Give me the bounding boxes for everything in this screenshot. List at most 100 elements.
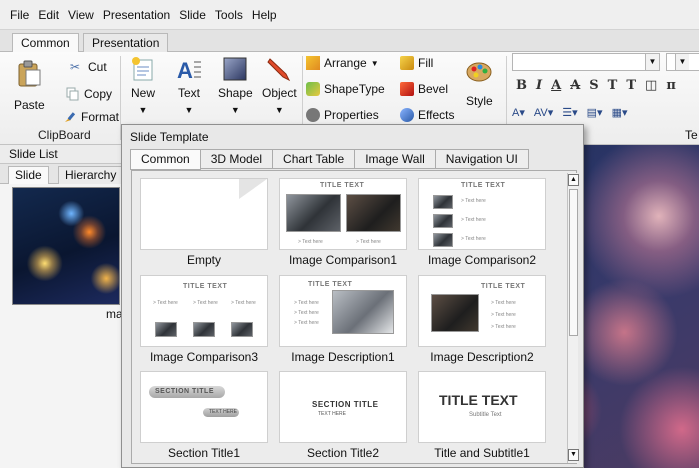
- template-preview: TITLE TEXT > Text here > Text here > Tex…: [418, 178, 546, 250]
- template-title-and-subtitle1[interactable]: TITLE TEXT Subtitle Text Title and Subti…: [418, 371, 546, 460]
- scroll-up-icon[interactable]: ▲: [568, 174, 579, 186]
- new-dropdown-icon[interactable]: ▼: [139, 105, 148, 115]
- font-size-select[interactable]: ▼: [666, 53, 699, 71]
- text-box-icon[interactable]: ◫: [645, 78, 657, 93]
- text-color-icon[interactable]: A▾: [512, 106, 525, 119]
- subscript-icon[interactable]: T: [626, 78, 636, 93]
- arrange-icon: [306, 56, 320, 70]
- preview-text: > Text here: [491, 324, 516, 330]
- tab-template-image-wall[interactable]: Image Wall: [355, 149, 436, 169]
- align-icon[interactable]: ▤▾: [587, 106, 603, 119]
- effects-label: Effects: [418, 108, 455, 122]
- shape-button[interactable]: Shape ▼: [218, 56, 253, 115]
- preview-photo: [433, 195, 453, 209]
- template-image-description1[interactable]: TITLE TEXT > Text here > Text here > Tex…: [279, 275, 407, 364]
- bevel-button[interactable]: Bevel: [400, 82, 448, 96]
- preview-text: TEXT HERE: [318, 411, 346, 417]
- preview-photo: [433, 214, 453, 228]
- italic-icon[interactable]: I: [536, 78, 542, 93]
- template-preview: SECTION TITLE TEXT HERE: [279, 371, 407, 443]
- preview-title: TITLE TEXT: [481, 283, 526, 290]
- template-preview: TITLE TEXT > Text here > Text here: [279, 178, 407, 250]
- fill-button[interactable]: Fill: [400, 56, 433, 70]
- template-image-comparison3[interactable]: TITLE TEXT > Text here > Text here > Tex…: [140, 275, 268, 364]
- text-icon: A: [177, 58, 201, 82]
- text-button[interactable]: A Text ▼: [176, 56, 202, 115]
- template-preview: TITLE TEXT > Text here > Text here > Tex…: [418, 275, 546, 347]
- line-spacing-icon[interactable]: ☰▾: [562, 106, 577, 119]
- preview-text: > Text here: [491, 300, 516, 306]
- menu-slide[interactable]: Slide: [179, 8, 206, 22]
- font-dropdown-icon[interactable]: ▼: [645, 54, 659, 70]
- slide-thumbnail[interactable]: [12, 187, 120, 305]
- shapetype-button[interactable]: ShapeType: [306, 82, 385, 96]
- tab-template-navigation-ui[interactable]: Navigation UI: [435, 149, 529, 169]
- shape-label: Shape: [218, 86, 253, 100]
- tab-slide[interactable]: Slide: [8, 166, 49, 184]
- strikethrough-icon[interactable]: A: [570, 78, 580, 93]
- template-scrollbar[interactable]: ▲ ▼: [567, 173, 579, 463]
- tab-template-common[interactable]: Common: [130, 149, 201, 170]
- template-preview: TITLE TEXT Subtitle Text: [418, 371, 546, 443]
- font-family-select[interactable]: ▼: [512, 53, 660, 71]
- template-image-comparison1[interactable]: TITLE TEXT > Text here > Text here Image…: [279, 178, 407, 267]
- text-dropdown-icon[interactable]: ▼: [185, 105, 194, 115]
- menu-file[interactable]: File: [10, 8, 29, 22]
- new-label: New: [130, 86, 155, 100]
- copy-button[interactable]: Copy: [66, 87, 112, 101]
- shadow-icon[interactable]: S: [589, 78, 598, 93]
- effects-button[interactable]: Effects: [400, 108, 454, 122]
- tab-template-3d-model[interactable]: 3D Model: [200, 149, 274, 169]
- paste-icon: [18, 60, 41, 87]
- new-slide-button[interactable]: New ▼: [130, 56, 156, 115]
- template-label: Image Description2: [430, 350, 534, 364]
- preview-title: TITLE TEXT: [320, 182, 365, 189]
- preview-text: > Text here: [231, 300, 256, 306]
- slide-list-header: Slide List: [0, 145, 125, 164]
- menu-help[interactable]: Help: [252, 8, 277, 22]
- underline-icon[interactable]: A: [551, 78, 561, 93]
- slide-list-panel: [0, 184, 125, 468]
- cut-button[interactable]: ✂ Cut: [70, 60, 107, 74]
- char-spacing-icon[interactable]: AV▾: [534, 106, 553, 119]
- preview-text: > Text here: [356, 239, 381, 245]
- scroll-thumb[interactable]: [569, 189, 578, 336]
- object-button[interactable]: Object ▼: [262, 56, 297, 115]
- text-direction-icon[interactable]: π: [666, 78, 676, 93]
- properties-label: Properties: [324, 108, 379, 122]
- preview-text: > Text here: [193, 300, 218, 306]
- scroll-down-icon[interactable]: ▼: [568, 449, 579, 461]
- object-dropdown-icon[interactable]: ▼: [275, 105, 284, 115]
- format-painter-button[interactable]: Format: [63, 110, 119, 124]
- template-image-comparison2[interactable]: TITLE TEXT > Text here > Text here > Tex…: [418, 178, 546, 267]
- tab-presentation[interactable]: Presentation: [83, 33, 169, 53]
- tab-common[interactable]: Common: [12, 33, 79, 54]
- preview-text: > Text here: [294, 320, 319, 326]
- template-section-title2[interactable]: SECTION TITLE TEXT HERE Section Title2: [279, 371, 407, 460]
- format-label: Format: [81, 110, 120, 124]
- object-label: Object: [262, 86, 297, 100]
- menu-tools[interactable]: Tools: [215, 8, 243, 22]
- template-empty[interactable]: Empty: [140, 178, 268, 267]
- font-group-label: Te: [685, 128, 698, 142]
- template-tab-bar: Common 3D Model Chart Table Image Wall N…: [130, 149, 529, 170]
- side-tab-bar: Slide Hierarchy: [0, 164, 125, 184]
- shape-dropdown-icon[interactable]: ▼: [231, 105, 240, 115]
- properties-button[interactable]: Properties: [306, 108, 379, 122]
- menu-view[interactable]: View: [68, 8, 94, 22]
- style-button[interactable]: Style: [466, 58, 493, 108]
- bold-icon[interactable]: B: [516, 78, 527, 93]
- template-image-description2[interactable]: TITLE TEXT > Text here > Text here > Tex…: [418, 275, 546, 364]
- tab-template-chart-table[interactable]: Chart Table: [273, 149, 356, 169]
- size-dropdown-icon[interactable]: ▼: [675, 54, 689, 70]
- menu-edit[interactable]: Edit: [38, 8, 59, 22]
- template-section-title1[interactable]: SECTION TITLE TEXT HERE Section Title1: [140, 371, 268, 460]
- columns-icon[interactable]: ▦▾: [612, 106, 628, 119]
- tab-hierarchy[interactable]: Hierarchy: [58, 166, 124, 184]
- paste-button[interactable]: Paste: [14, 58, 45, 112]
- superscript-icon[interactable]: T: [608, 78, 618, 93]
- preview-title: SECTION TITLE: [312, 400, 379, 409]
- menu-presentation[interactable]: Presentation: [103, 8, 170, 22]
- preview-text: > Text here: [298, 239, 323, 245]
- arrange-button[interactable]: Arrange ▼: [306, 56, 379, 70]
